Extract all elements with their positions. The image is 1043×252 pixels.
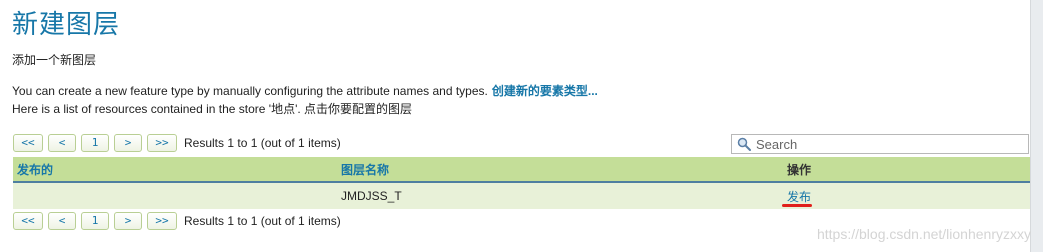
pager-top: << < 1 > >> Results 1 to 1 (out of 1 ite… xyxy=(13,134,341,152)
search-input[interactable] xyxy=(753,136,1019,152)
search-box[interactable] xyxy=(731,134,1029,154)
column-header-published[interactable]: 发布的 xyxy=(13,161,337,178)
watermark: https://blog.csdn.net/lionhenryzxxy xyxy=(816,226,1031,242)
magnifier-icon xyxy=(735,135,753,153)
create-feature-text: You can create a new feature type by man… xyxy=(12,84,488,98)
column-header-action: 操作 xyxy=(787,162,812,177)
results-count: Results 1 to 1 (out of 1 items) xyxy=(184,136,341,150)
last-page-button[interactable]: >> xyxy=(147,134,177,152)
publish-link[interactable]: 发布 xyxy=(787,190,811,204)
table-header: 发布的 图层名称 操作 xyxy=(13,157,1030,183)
scrollbar[interactable] xyxy=(1030,0,1043,252)
page-title: 新建图层 xyxy=(12,9,121,39)
last-page-button[interactable]: >> xyxy=(147,212,177,230)
create-feature-type-link[interactable]: 创建新的要素类型... xyxy=(492,84,598,98)
layers-table: 发布的 图层名称 操作 JMDJSS_T 发布 xyxy=(13,157,1030,209)
next-page-button[interactable]: > xyxy=(114,134,142,152)
page-number-button[interactable]: 1 xyxy=(81,212,109,230)
pager-bottom: << < 1 > >> Results 1 to 1 (out of 1 ite… xyxy=(13,212,341,230)
first-page-button[interactable]: << xyxy=(13,212,43,230)
store-resources-description: Here is a list of resources contained in… xyxy=(12,102,413,116)
table-row: JMDJSS_T 发布 xyxy=(13,183,1030,209)
previous-page-button[interactable]: < xyxy=(48,212,76,230)
first-page-button[interactable]: << xyxy=(13,134,43,152)
page-number-button[interactable]: 1 xyxy=(81,134,109,152)
previous-page-button[interactable]: < xyxy=(48,134,76,152)
page-subtitle: 添加一个新图层 xyxy=(12,53,97,67)
page: 新建图层 添加一个新图层 You can create a new featur… xyxy=(0,0,1043,252)
highlight-underline xyxy=(782,203,812,207)
cell-action: 发布 xyxy=(782,188,1030,207)
next-page-button[interactable]: > xyxy=(114,212,142,230)
results-count: Results 1 to 1 (out of 1 items) xyxy=(184,214,341,228)
cell-layer-name: JMDJSS_T xyxy=(341,189,402,203)
column-header-layer-name[interactable]: 图层名称 xyxy=(337,161,783,178)
create-feature-description: You can create a new feature type by man… xyxy=(12,82,598,99)
